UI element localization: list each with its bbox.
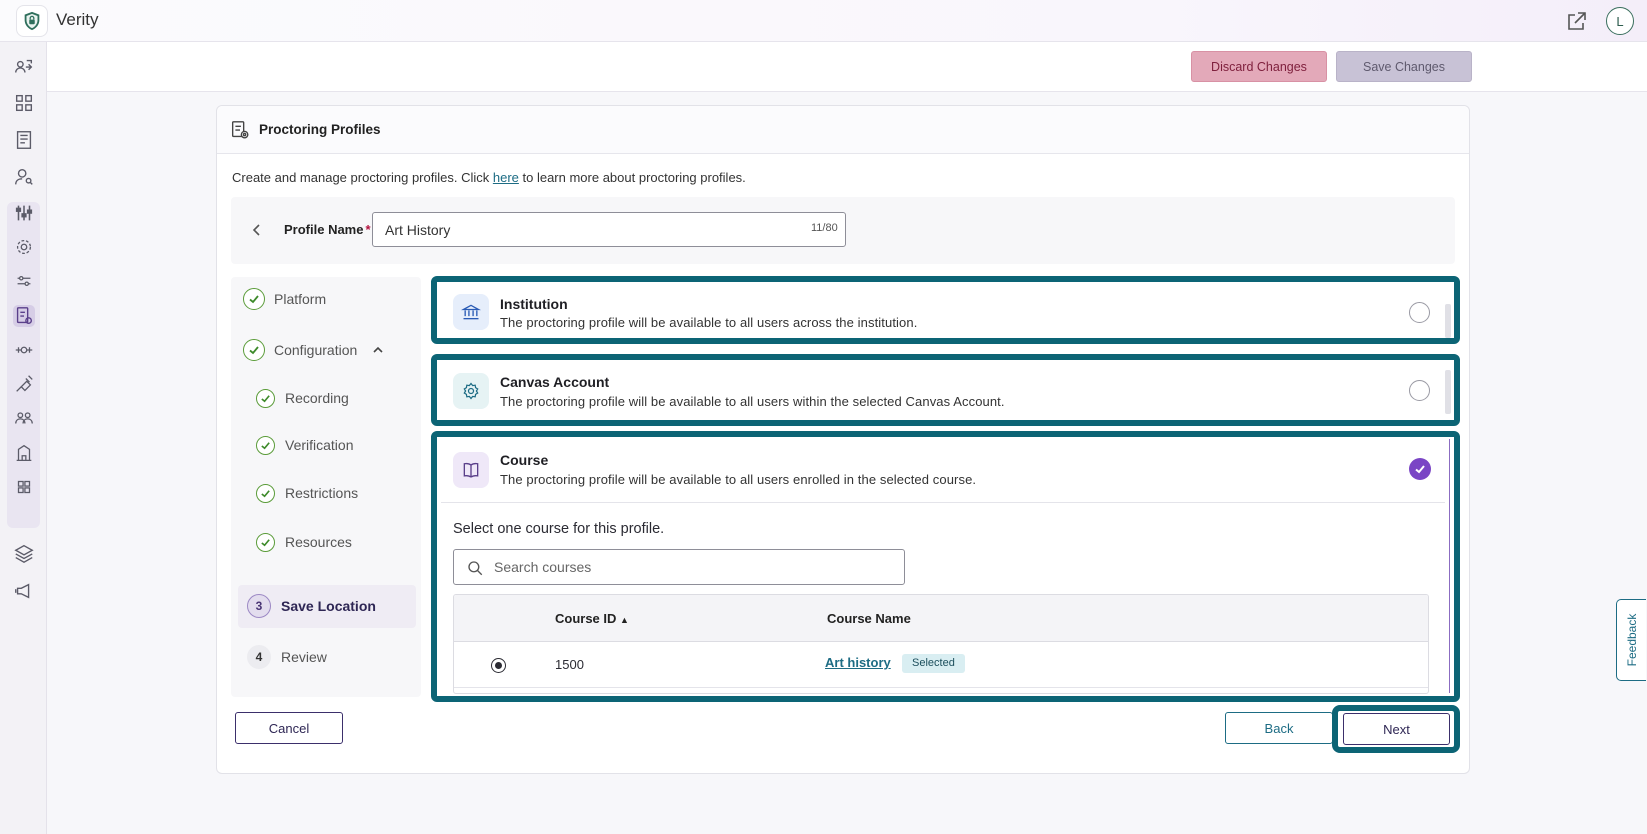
left-nav-rail [0, 42, 47, 834]
feedback-label: Feedback [1624, 613, 1639, 667]
plugin-icon[interactable] [13, 373, 35, 395]
option-description: The proctoring profile will be available… [500, 315, 918, 330]
app-title: Verity [56, 10, 99, 29]
scrollbar-thumb[interactable] [1445, 304, 1451, 338]
cell-course-id: 1500 [555, 657, 584, 672]
user-search-icon[interactable] [13, 166, 35, 188]
column-course-name: Course Name [827, 611, 911, 626]
chevron-up-icon[interactable] [371, 343, 385, 357]
canvas-account-radio[interactable] [1409, 380, 1430, 401]
check-icon [256, 533, 275, 552]
check-icon [243, 339, 265, 361]
filter-sliders-icon[interactable] [13, 270, 35, 292]
check-icon [256, 484, 275, 503]
course-instruction: Select one course for this profile. [453, 521, 665, 537]
apps-icon[interactable] [13, 476, 35, 498]
next-button[interactable]: Next [1343, 713, 1450, 745]
gear-icon[interactable] [13, 236, 35, 258]
card-header: Proctoring Profiles [217, 106, 1469, 154]
sort-ascending-icon: ▲ [620, 615, 629, 625]
step-label: Review [281, 649, 327, 665]
column-label: Course ID [555, 611, 617, 626]
location-option-institution[interactable] [431, 276, 1460, 344]
course-section-divider [441, 502, 1445, 503]
chevron-left-icon[interactable] [249, 222, 265, 238]
courses-table: Course ID ▲ Course Name 1500 Art history… [453, 594, 1429, 694]
users-group-icon[interactable] [13, 407, 35, 429]
profile-name-label-text: Profile Name [284, 222, 364, 237]
course-search-box[interactable] [453, 549, 905, 585]
save-changes-button[interactable]: Save Changes [1336, 51, 1472, 82]
step-label: Restrictions [285, 485, 359, 501]
top-bar: Verity L [0, 0, 1647, 42]
check-icon [243, 288, 265, 310]
option-title: Canvas Account [500, 374, 610, 390]
check-icon [256, 436, 275, 455]
selected-badge: Selected [902, 654, 965, 673]
step-label: Resources [285, 534, 352, 550]
institution-icon [453, 294, 489, 330]
back-button[interactable]: Back [1225, 712, 1333, 744]
card-title: Proctoring Profiles [259, 122, 381, 137]
course-radio-checked-icon[interactable] [1409, 458, 1431, 480]
proctoring-profiles-icon[interactable] [13, 305, 35, 327]
discard-changes-button[interactable]: Discard Changes [1191, 51, 1327, 82]
external-link-icon[interactable] [1565, 9, 1589, 33]
learn-more-link[interactable]: here [493, 170, 519, 185]
profile-document-icon [229, 119, 251, 141]
step-label: Save Location [281, 598, 376, 614]
step-label: Platform [274, 291, 327, 307]
book-icon [453, 452, 489, 488]
selected-border-accent [1449, 439, 1450, 693]
step-label: Recording [285, 390, 349, 406]
profile-name-input[interactable] [372, 212, 846, 247]
announcement-icon[interactable] [13, 580, 35, 602]
profile-name-label: Profile Name * [284, 222, 371, 237]
option-description: The proctoring profile will be available… [500, 472, 977, 487]
building-icon[interactable] [13, 442, 35, 464]
check-icon [256, 389, 275, 408]
search-icon [466, 559, 484, 577]
course-search-input[interactable] [494, 551, 894, 583]
step-number: 4 [247, 645, 271, 669]
table-row[interactable]: 1500 Art history Selected [454, 642, 1428, 688]
location-option-canvas-account[interactable] [431, 354, 1460, 426]
login-user-icon[interactable] [13, 56, 35, 78]
step-label: Verification [285, 437, 354, 453]
user-avatar[interactable]: L [1606, 7, 1634, 35]
scrollbar-thumb[interactable] [1445, 370, 1451, 414]
radio-dot [495, 662, 502, 669]
required-mark: * [365, 222, 371, 237]
intro-suffix: to learn more about proctoring profiles. [518, 170, 746, 185]
layers-icon[interactable] [13, 542, 35, 564]
institution-radio[interactable] [1409, 302, 1430, 323]
intro-text: Create and manage proctoring profiles. C… [232, 170, 746, 185]
column-course-id[interactable]: Course ID ▲ [555, 611, 629, 626]
table-header: Course ID ▲ Course Name [454, 595, 1428, 642]
row-radio-selected[interactable] [491, 658, 506, 673]
profile-name-counter: 11/80 [811, 222, 838, 234]
dashboard-grid-icon[interactable] [13, 92, 35, 114]
intro-prefix: Create and manage proctoring profiles. C… [232, 170, 493, 185]
report-icon[interactable] [13, 129, 35, 151]
option-description: The proctoring profile will be available… [500, 394, 1005, 409]
feedback-tab[interactable]: Feedback [1616, 599, 1646, 681]
step-number: 3 [247, 594, 271, 618]
settings-icon [453, 373, 489, 409]
verity-logo-icon [16, 5, 48, 37]
option-title: Institution [500, 296, 568, 312]
option-title: Course [500, 452, 549, 468]
step-label: Configuration [274, 342, 358, 358]
course-name-link[interactable]: Art history [825, 655, 891, 670]
sliders-icon[interactable] [13, 202, 35, 224]
integration-icon[interactable] [13, 339, 35, 361]
cancel-button[interactable]: Cancel [235, 712, 343, 744]
